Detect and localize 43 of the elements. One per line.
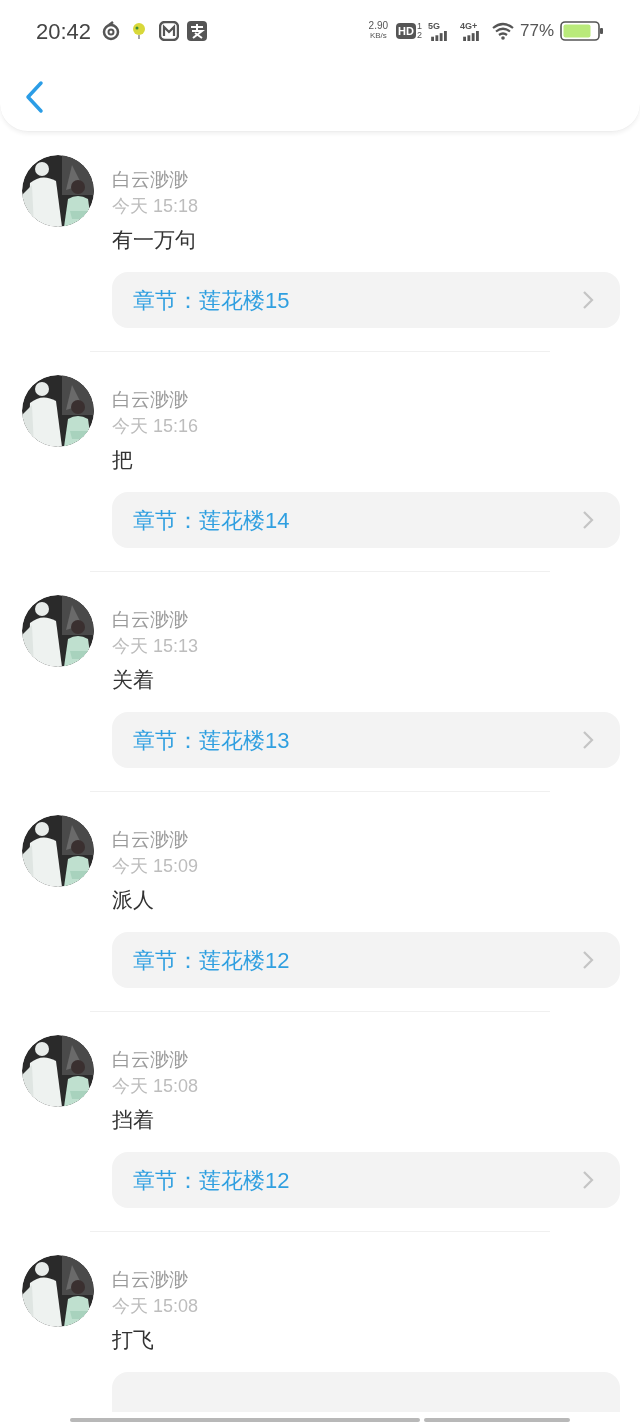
payment-app-icon [187, 21, 208, 41]
battery-icon [560, 21, 604, 41]
comment-time: 今天 15:08 [112, 1295, 200, 1318]
network-type: 4G+ [459, 21, 479, 31]
battery-percent: 77% [519, 20, 554, 43]
network-speed: 2.90 [368, 21, 389, 31]
swirl-icon [101, 21, 122, 41]
user-name: 白云渺渺 [112, 388, 189, 412]
comment-time: 今天 15:09 [112, 855, 200, 878]
comment-text: 挡着 [112, 1107, 155, 1133]
wifi-icon [491, 22, 514, 40]
comment-text: 打飞 [112, 1327, 155, 1353]
user-name: 白云渺渺 [112, 828, 189, 852]
comment-text: 有一万句 [112, 227, 197, 253]
chevron-right-icon [582, 510, 594, 530]
hd-badge: HD [396, 23, 416, 39]
comment-text: 派人 [112, 887, 155, 913]
network-type: 5G [427, 21, 441, 31]
comment-text: 关着 [112, 667, 155, 693]
comment-time: 今天 15:08 [112, 1075, 200, 1098]
sim-label: 2 [416, 31, 422, 40]
chevron-right-icon [582, 730, 594, 750]
user-name: 白云渺渺 [112, 608, 189, 632]
chapter-link[interactable]: 章节：莲花楼14 [112, 492, 620, 548]
tv-app-icon [159, 21, 180, 41]
chevron-right-icon [582, 290, 594, 310]
chevron-right-icon [582, 950, 594, 970]
user-name: 白云渺渺 [112, 1268, 189, 1292]
user-name: 白云渺渺 [112, 168, 189, 192]
comment-text: 把 [112, 447, 134, 473]
sim-label: 1 [416, 22, 422, 31]
back-icon[interactable] [24, 80, 44, 114]
chapter-link[interactable]: 章节：莲花楼12 [112, 1152, 620, 1208]
comment-time: 今天 15:13 [112, 635, 200, 658]
chapter-link[interactable]: 章节：莲花楼13 [112, 712, 620, 768]
comment-time: 今天 15:18 [112, 195, 200, 218]
comment-time: 今天 15:16 [112, 415, 200, 438]
network-speed-unit: KB/s [369, 31, 387, 41]
user-name: 白云渺渺 [112, 1048, 189, 1072]
chevron-right-icon [582, 1170, 594, 1190]
clock-time: 20:42 [36, 17, 92, 46]
chapter-link[interactable]: 章节：莲花楼12 [112, 932, 620, 988]
chapter-link[interactable]: 章节：莲花楼15 [112, 272, 620, 328]
